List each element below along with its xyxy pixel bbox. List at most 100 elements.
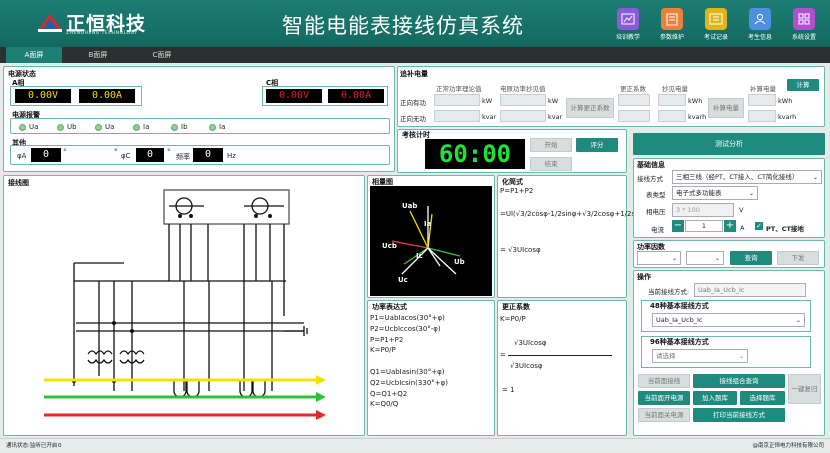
corr-p-input[interactable] [618, 94, 650, 106]
q-theory-input[interactable] [434, 110, 480, 122]
settings-label: 系统设置 [791, 34, 816, 41]
alarm-led-icon [171, 123, 178, 131]
factor-mode-select[interactable]: ⌄ [686, 251, 724, 265]
phase-c-current: 0.00A [328, 89, 384, 103]
query-button[interactable]: 查询 [730, 251, 772, 265]
wiring-diagram [44, 189, 326, 420]
phasor-label-ic: Ic [416, 252, 423, 260]
company-text: @南京正恒电力科技有限公司 [752, 443, 824, 449]
correction-panel: 更正系数 K=P0/P √3UIcosφ = √3UIcosφ = 1 [497, 300, 627, 436]
training-button[interactable]: 培训教学 [608, 8, 648, 44]
p-read-input[interactable] [500, 94, 546, 106]
test-analysis-button[interactable]: 测试分析 [633, 133, 825, 155]
factor-select[interactable]: ⌄ [637, 251, 681, 265]
current-input[interactable]: 1 [685, 220, 723, 232]
examinee-button[interactable]: 考生信息 [740, 8, 780, 44]
minus-icon[interactable]: − [672, 220, 684, 232]
p-theory-input[interactable] [434, 94, 480, 106]
grade-button[interactable]: 评分 [576, 138, 618, 152]
read-energy-p-input[interactable] [658, 94, 686, 106]
phasor-label-ia: Ia [424, 220, 432, 228]
plus-icon[interactable]: + [724, 220, 736, 232]
logo-icon [38, 14, 62, 32]
basic96-select[interactable]: 请选择 ⌄ [652, 349, 748, 363]
select-library-button[interactable]: 选择题库 [740, 391, 785, 405]
correction-denominator: √3UIcosφ [510, 362, 543, 370]
calc-energy-button[interactable]: 补算电量 [708, 98, 744, 118]
meter-select[interactable]: 电子式多功能表 ⌄ [672, 186, 758, 200]
exam-record-button[interactable]: 考试记录 [696, 8, 736, 44]
calc-correction-button[interactable]: 计算更正系数 [566, 98, 614, 118]
phasor-diagram: Uab Ia Ucb Ic Ub Uc [370, 186, 492, 296]
chevron-down-icon: ⌄ [795, 317, 801, 324]
add-energy-q-input[interactable] [748, 110, 776, 122]
status-text: 通讯状态:监听已开启 [6, 443, 58, 449]
phasor-label-ub: Ub [454, 258, 465, 266]
download-button[interactable]: 下发 [777, 251, 819, 265]
close-power-button[interactable]: 当前面关电源 [638, 408, 690, 422]
ground-label: PT、CT接地 [766, 225, 804, 233]
current-mode-field: Uab_Ia_Ucb_Ic [694, 283, 806, 297]
alarm-ub: Ub [57, 123, 77, 131]
alarm-ua: Ua [19, 123, 38, 131]
end-button[interactable]: 结束 [530, 157, 572, 171]
correction-numerator: √3UIcosφ [514, 339, 547, 347]
mode-select[interactable]: 三相三线（经PT、CT接入、CT简化接线） ⌄ [672, 170, 822, 184]
basic96-title: 96种基本接线方式 [650, 338, 709, 346]
start-button[interactable]: 开始 [530, 138, 572, 152]
add-energy-p-input[interactable] [748, 94, 776, 106]
add-library-button[interactable]: 加入题库 [693, 391, 737, 405]
basic48-title: 48种基本接线方式 [650, 302, 709, 310]
simplify-panel: 化简式 P=P1+P2 =UI(√3/2cosφ-1/2sinφ+√3/2cos… [497, 175, 649, 298]
correction-title: 更正系数 [502, 303, 530, 311]
status-count: 0 [58, 443, 62, 449]
tab-c[interactable]: C面屏 [134, 47, 190, 63]
settings-button[interactable]: 系统设置 [784, 8, 824, 44]
tab-a[interactable]: A面屏 [6, 47, 62, 63]
power-expr-line: P1=UabIacos(30°+φ) [370, 314, 445, 322]
check-icon[interactable]: ✓ [755, 222, 763, 230]
read-energy-q-input[interactable] [658, 110, 686, 122]
phase-a-box: 0.00V 0.00A [10, 86, 142, 106]
current-unit: A [740, 224, 745, 232]
tab-b[interactable]: B面屏 [70, 47, 126, 63]
current-mode-label: 当前接线方式: [648, 288, 690, 296]
current-wiring-button[interactable]: 当前面接线 [638, 374, 690, 388]
reset-button[interactable]: 一键复归 [788, 374, 821, 404]
phase-a-current: 0.00A [79, 89, 135, 103]
phi-c-degree-mark: ° [114, 148, 118, 156]
energy-title: 追补电量 [400, 70, 428, 78]
alarm-uc: Ua [95, 123, 114, 131]
phase-c-voltage: 0.00V [266, 89, 322, 103]
app-header: 正恒科技 ZHENGHENG TECHNOLOGY 智能电能表接线仿真系统 培训… [0, 0, 830, 47]
alarm-led-icon [133, 123, 140, 131]
correction-line-1: K=P0/P [500, 315, 526, 323]
freq-value: 0 [193, 148, 223, 162]
params-label: 参数维护 [659, 34, 684, 41]
read-energy-p-unit: kWh [688, 97, 703, 105]
combo-query-button[interactable]: 接线组合查询 [693, 374, 785, 388]
voltage-input[interactable]: 3 * 100 [672, 203, 734, 217]
power-expr-line: K=P0/P [370, 346, 396, 355]
basic-info-panel: 基础信息 接线方式 三相三线（经PT、CT接入、CT简化接线） ⌄ 表类型 电子式… [633, 158, 825, 238]
correction-result: = 1 [502, 386, 515, 394]
exam-record-label: 考试记录 [703, 34, 728, 41]
basic96-box: 96种基本接线方式 请选择 ⌄ [641, 336, 811, 368]
open-power-button[interactable]: 当前面开电源 [638, 391, 690, 405]
freq-unit: Hz [227, 152, 236, 160]
basic48-select[interactable]: Uab_Ia_Ucb_Ic ⌄ [652, 313, 805, 327]
q-read-input[interactable] [500, 110, 546, 122]
energy-col4: 抄见电量 [662, 85, 688, 93]
print-wiring-button[interactable]: 打印当前接线方式 [693, 408, 785, 422]
corr-q-input[interactable] [618, 110, 650, 122]
examinee-label: 考生信息 [747, 34, 772, 41]
alarm-ic: Ia [209, 123, 225, 131]
alarm-led-icon [209, 123, 216, 131]
alarm-led-icon [57, 123, 64, 131]
calc-button[interactable]: 计算 [787, 79, 819, 91]
power-status-panel: 电源状态 A相 0.00V 0.00A C相 0.00V 0.00A 电源报警 … [3, 66, 395, 172]
chevron-down-icon: ⌄ [714, 255, 720, 262]
voltage-unit: V [739, 206, 744, 214]
simplify-line-2: =UI(√3/2cosφ-1/2sinφ+√3/2cosφ+1/2sinφ) [500, 210, 649, 218]
params-button[interactable]: 参数维护 [652, 8, 692, 44]
